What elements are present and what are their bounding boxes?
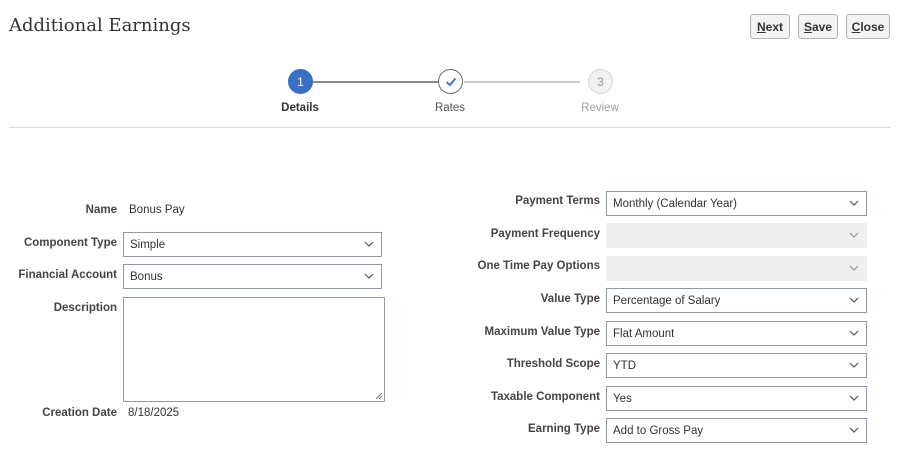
chevron-down-icon: [849, 232, 859, 238]
threshold-scope-value: YTD: [613, 359, 636, 372]
chevron-down-icon: [849, 297, 859, 303]
threshold-scope-label: Threshold Scope: [506, 358, 600, 370]
train-step-number: 3: [597, 74, 604, 89]
chevron-down-icon: [849, 200, 859, 206]
value-type-label: Value Type: [540, 293, 600, 305]
taxable-component-value: Yes: [613, 392, 632, 405]
maximum-value-type-select[interactable]: Flat Amount: [606, 321, 867, 346]
earning-type-value: Add to Gross Pay: [613, 424, 704, 437]
payment-terms-label: Payment Terms: [515, 195, 600, 207]
description-label: Description: [53, 302, 117, 314]
component-type-label: Component Type: [23, 237, 117, 249]
name-label: Name: [85, 204, 117, 216]
train-step-label: Rates: [434, 102, 466, 114]
train-connector-2: [464, 81, 580, 83]
train-step-review[interactable]: 3: [588, 69, 613, 94]
save-label: ave: [811, 19, 833, 34]
value-type-select[interactable]: Percentage of Salary: [606, 288, 867, 313]
creation-date-value: 8/18/2025: [128, 407, 180, 419]
component-type-select[interactable]: Simple: [123, 232, 382, 257]
chevron-down-icon: [364, 241, 374, 247]
next-mnemonic: N: [756, 19, 766, 34]
payment-terms-value: Monthly (Calendar Year): [613, 197, 738, 210]
chevron-down-icon: [849, 330, 859, 336]
payment-frequency-select: [606, 223, 867, 248]
next-button[interactable]: Next: [750, 14, 790, 39]
chevron-down-icon: [849, 395, 859, 401]
checkmark-icon: [445, 77, 456, 86]
value-type-value: Percentage of Salary: [613, 294, 721, 307]
chevron-down-icon: [849, 427, 859, 433]
payment-frequency-label: Payment Frequency: [490, 228, 600, 240]
financial-account-value: Bonus: [130, 270, 163, 283]
train-step-details[interactable]: 1: [288, 69, 313, 94]
one-time-pay-options-label: One Time Pay Options: [477, 260, 601, 272]
next-label: ext: [765, 19, 783, 34]
train-step-rates[interactable]: [438, 69, 463, 94]
chevron-down-icon: [364, 273, 374, 279]
maximum-value-type-value: Flat Amount: [613, 327, 675, 340]
save-button[interactable]: Save: [798, 14, 838, 39]
close-button[interactable]: Close: [846, 14, 890, 39]
taxable-component-select[interactable]: Yes: [606, 386, 867, 411]
earning-type-select[interactable]: Add to Gross Pay: [606, 418, 867, 443]
train-step-label: Details: [281, 102, 319, 114]
payment-terms-select[interactable]: Monthly (Calendar Year): [606, 191, 867, 216]
page-title: Additional Earnings: [9, 15, 191, 36]
financial-account-select[interactable]: Bonus: [123, 264, 382, 289]
resize-handle-icon[interactable]: [375, 392, 383, 400]
chevron-down-icon: [849, 362, 859, 368]
financial-account-label: Financial Account: [18, 269, 117, 281]
close-mnemonic: C: [851, 19, 861, 34]
threshold-scope-select[interactable]: YTD: [606, 353, 867, 378]
creation-date-label: Creation Date: [42, 407, 117, 419]
name-value: Bonus Pay: [129, 204, 185, 216]
component-type-value: Simple: [130, 238, 166, 251]
one-time-pay-options-select: [606, 256, 867, 281]
chevron-down-icon: [849, 265, 859, 271]
taxable-component-label: Taxable Component: [490, 391, 600, 403]
train-step-label: Review: [581, 102, 619, 114]
train-connector-1: [312, 81, 438, 83]
earning-type-label: Earning Type: [528, 423, 600, 435]
maximum-value-type-label: Maximum Value Type: [484, 326, 600, 338]
header-divider: [9, 127, 891, 128]
train-step-number: 1: [297, 74, 304, 89]
close-label: lose: [860, 19, 885, 34]
save-mnemonic: S: [803, 19, 812, 34]
description-textarea[interactable]: [123, 297, 385, 402]
